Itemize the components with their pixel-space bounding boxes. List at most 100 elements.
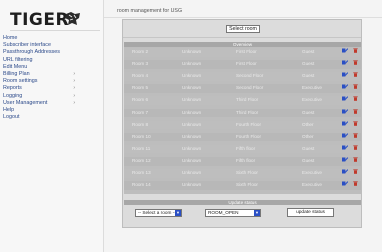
room-floor-cell: Third Floor xyxy=(236,97,259,103)
chevron-right-icon: › xyxy=(73,92,75,99)
room-name-cell: Room 6 xyxy=(132,97,149,103)
room-status-cell: Unknown xyxy=(182,85,202,91)
trash-icon[interactable] xyxy=(353,169,358,174)
sidebar-item-label: Room settings xyxy=(3,78,38,85)
table-row: Room 14 Unknown Sixth Floor Executive xyxy=(124,181,361,190)
sidebar-item[interactable]: Room settings › xyxy=(3,78,101,85)
room-type-cell: Guest xyxy=(302,61,315,67)
table-row: Room 12 Unknown Fifth floor Guest xyxy=(124,156,361,166)
table-row: Room 4 Unknown Second Floor Guest xyxy=(124,72,361,81)
sidebar-item[interactable]: Edit Menu xyxy=(3,64,101,71)
room-type-cell: Guest xyxy=(302,49,315,54)
room-type-cell: Guest xyxy=(302,157,315,163)
sidebar-item[interactable]: User Management › xyxy=(3,100,101,107)
room-floor-cell: Fourth Floor xyxy=(236,133,262,139)
trash-icon[interactable] xyxy=(353,48,358,53)
room-floor-cell: Fifth floor xyxy=(236,157,256,163)
room-name-cell: Room 4 xyxy=(132,73,149,79)
sidebar-item[interactable]: Billing Plan › xyxy=(3,71,101,78)
room-type-cell: Executive xyxy=(302,97,322,103)
room-type-cell: Other xyxy=(302,121,314,127)
trash-icon[interactable] xyxy=(353,133,358,138)
update-status-header: Update status xyxy=(124,200,361,205)
tiger-logo-icon xyxy=(65,12,80,25)
table-row: Room 8 Unknown Fourth Floor Other xyxy=(124,120,361,130)
header-divider xyxy=(104,17,382,18)
select-room-button[interactable]: Select room xyxy=(226,25,260,33)
sidebar-item-label: URL filtering xyxy=(3,56,33,63)
sidebar-item[interactable]: Logout xyxy=(3,114,101,121)
room-floor-cell: First Floor xyxy=(236,49,257,54)
edit-icon[interactable] xyxy=(342,48,349,53)
trash-icon[interactable] xyxy=(353,84,358,90)
sidebar-item[interactable]: Subscriber interface xyxy=(3,42,101,49)
room-status-cell: Unknown xyxy=(182,109,202,115)
sidebar-item[interactable]: Logging › xyxy=(3,93,101,100)
update-status-button[interactable]: update status xyxy=(287,208,334,217)
edit-icon[interactable] xyxy=(342,132,349,138)
sidebar-item-label: Home xyxy=(3,35,18,41)
trash-icon[interactable] xyxy=(353,96,358,102)
room-status-cell: Unknown xyxy=(182,49,202,54)
page-title: room management for USG xyxy=(117,8,183,14)
trash-icon[interactable] xyxy=(353,145,358,150)
chevron-right-icon: › xyxy=(73,78,75,85)
room-name-cell: Room 7 xyxy=(132,109,149,115)
room-floor-cell: Third Floor xyxy=(236,109,259,115)
sidebar-item[interactable]: Home xyxy=(3,35,101,42)
room-status-cell: Unknown xyxy=(182,73,202,79)
room-floor-cell: Second Floor xyxy=(236,73,264,79)
overview-table: Overview Room 2 Unknown First Floor Guest Ro… xyxy=(124,42,361,194)
edit-icon[interactable] xyxy=(342,145,349,150)
room-status-cell: Unknown xyxy=(182,182,202,188)
room-type-cell: Executive xyxy=(302,170,322,175)
room-select[interactable]: -- Select a room -- ▼ xyxy=(135,209,182,217)
logo[interactable]: TIGER xyxy=(10,9,100,31)
edit-icon[interactable] xyxy=(342,169,349,174)
room-select-value: -- Select a room -- xyxy=(138,210,176,215)
status-select[interactable]: ROOM_OPEN ▼ xyxy=(205,209,261,217)
chevron-down-icon: ▼ xyxy=(175,210,181,216)
room-name-cell: Room 13 xyxy=(132,170,151,175)
room-status-cell: Unknown xyxy=(182,97,202,103)
trash-icon[interactable] xyxy=(353,157,358,162)
sidebar-item[interactable]: Passthrough Addresses xyxy=(3,49,101,56)
edit-icon[interactable] xyxy=(342,72,349,77)
edit-icon[interactable] xyxy=(342,120,349,126)
edit-icon[interactable] xyxy=(342,96,349,101)
overview-header: Overview xyxy=(124,42,361,47)
room-type-cell: Guest xyxy=(302,109,315,115)
sidebar-item[interactable]: Help xyxy=(3,107,101,114)
edit-icon[interactable] xyxy=(342,157,349,162)
trash-icon[interactable] xyxy=(353,72,358,77)
room-status-cell: Unknown xyxy=(182,170,202,175)
logo-divider xyxy=(10,30,100,31)
sidebar-item[interactable]: Reports › xyxy=(3,85,101,92)
room-floor-cell: Sixth Floor xyxy=(236,182,258,188)
sidebar-item-label: Logging xyxy=(3,92,23,99)
trash-icon[interactable] xyxy=(353,60,358,65)
room-status-cell: Unknown xyxy=(182,157,202,163)
edit-icon[interactable] xyxy=(342,181,349,186)
room-floor-cell: Fifth floor xyxy=(236,145,256,151)
edit-icon[interactable] xyxy=(342,108,349,114)
trash-icon[interactable] xyxy=(353,120,358,126)
chevron-down-icon: ▼ xyxy=(254,210,260,216)
edit-icon[interactable] xyxy=(342,84,349,89)
sidebar-item[interactable]: URL filtering xyxy=(3,57,101,64)
sidebar-item-label: Edit Menu xyxy=(3,63,28,70)
sidebar-item-label: Subscriber interface xyxy=(3,42,51,49)
room-name-cell: Room 8 xyxy=(132,121,149,127)
panel-divider xyxy=(123,37,361,38)
sidebar-item-label: User Management xyxy=(3,99,48,106)
trash-icon[interactable] xyxy=(353,108,358,114)
room-floor-cell: Fourth Floor xyxy=(236,121,262,127)
sidebar-item-label: Help xyxy=(3,106,15,113)
sidebar-item-label: Billing Plan xyxy=(3,70,30,77)
table-row: Room 5 Unknown Second Floor Executive xyxy=(124,84,361,93)
room-status-cell: Unknown xyxy=(182,133,202,139)
edit-icon[interactable] xyxy=(342,60,349,65)
trash-icon[interactable] xyxy=(353,181,358,186)
logo-text: TIGER xyxy=(10,10,70,30)
room-status-cell: Unknown xyxy=(182,145,202,151)
